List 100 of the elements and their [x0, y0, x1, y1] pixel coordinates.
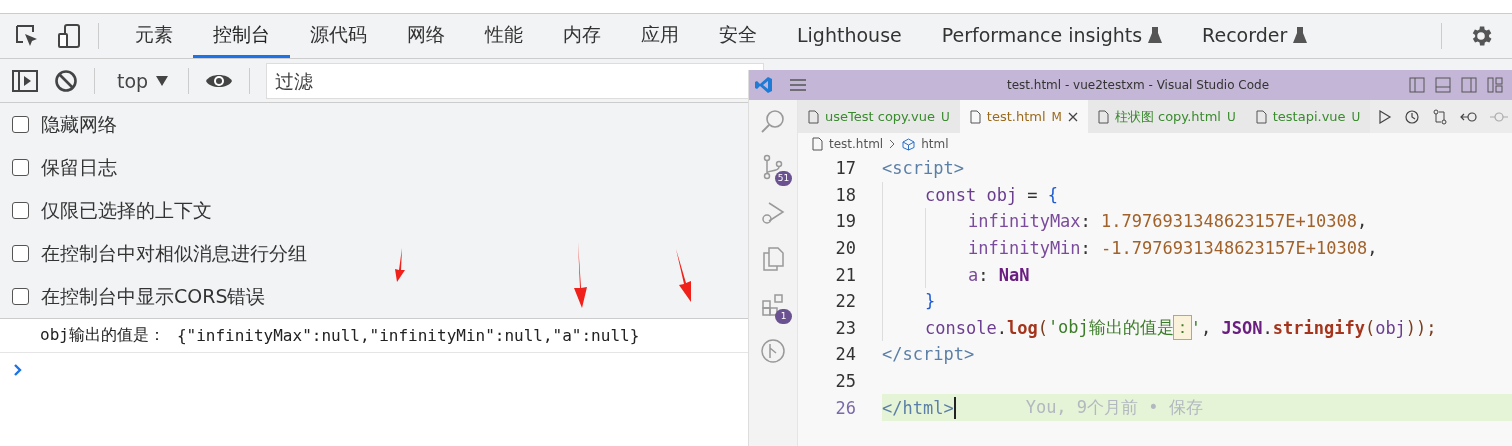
chevron-right-icon — [889, 139, 897, 149]
filter-field[interactable]: 过滤 — [266, 62, 765, 99]
code-token: )); — [1405, 317, 1437, 338]
vscode-logo-icon — [755, 76, 773, 94]
caret-icon — [156, 75, 169, 86]
code-token: stringify — [1272, 317, 1365, 338]
file-icon — [812, 137, 823, 151]
sidebar-toggle-icon[interactable] — [12, 68, 38, 93]
code-token: = — [1026, 184, 1039, 205]
code-token: obj — [1375, 317, 1406, 338]
text-cursor — [953, 396, 956, 419]
prompt-chevron-icon[interactable] — [13, 363, 23, 377]
branch-circle-icon[interactable] — [760, 338, 786, 364]
code-token: </html> — [882, 397, 954, 418]
line-number: 22 — [834, 291, 857, 312]
setting-label: 保留日志 — [41, 154, 117, 180]
editor-tab[interactable]: test.html M — [959, 100, 1088, 133]
layout-icon[interactable] — [1461, 77, 1477, 93]
code-token: : — [1080, 238, 1092, 259]
extensions-icon[interactable] — [760, 292, 786, 318]
line-number: 19 — [834, 211, 857, 232]
code-token: . — [1262, 317, 1273, 338]
code-token: log — [1006, 317, 1038, 338]
panel-tab[interactable]: Recorder — [1182, 14, 1328, 58]
code-token: infinityMin — [968, 238, 1081, 259]
panel-tab[interactable]: 应用 — [621, 14, 699, 58]
layout-icon[interactable] — [1409, 77, 1425, 93]
code-token: <script> — [882, 158, 964, 179]
editor-tab[interactable]: testapi.vue U — [1245, 100, 1371, 133]
count-badge: 1 — [775, 309, 792, 324]
line-number: 21 — [834, 264, 857, 285]
code-token: . — [996, 317, 1007, 338]
device-icon[interactable] — [56, 23, 82, 49]
window-title: test.html - vue2testxm - Visual Studio Code — [1005, 78, 1271, 92]
line-number: 17 — [834, 158, 857, 179]
editor-tab[interactable]: 柱状图 copy.html U — [1087, 100, 1246, 133]
panel-tab[interactable]: 安全 — [699, 14, 777, 58]
code-token: JSON — [1221, 317, 1263, 338]
log-value: {"infinityMax":null,"infinityMin":null,"a":null} — [176, 326, 640, 345]
code-token: a — [968, 264, 979, 285]
editor-tab[interactable]: useTest copy.vue U — [798, 100, 960, 133]
code-token: console — [925, 317, 997, 338]
breadcrumb-item[interactable]: html — [921, 137, 949, 151]
code-token: { — [1047, 184, 1059, 205]
file-icon — [969, 109, 981, 124]
panel-tab[interactable]: 元素 — [115, 14, 193, 58]
file-icon — [1255, 109, 1267, 124]
log-label: obj输出的值是： — [40, 325, 165, 346]
code-token: ( — [1364, 317, 1376, 338]
checkbox[interactable] — [12, 202, 29, 219]
line-number: 24 — [834, 344, 857, 365]
cube-icon — [902, 137, 916, 151]
line-number: 18 — [834, 184, 857, 205]
file-icon — [1097, 109, 1109, 124]
breadcrumb-item[interactable]: test.html — [829, 137, 884, 151]
checkbox[interactable] — [12, 116, 29, 133]
code-token: : — [978, 264, 990, 285]
code-token: , — [1356, 211, 1368, 232]
code-token: NaN — [998, 264, 1030, 285]
setting-label: 仅限已选择的上下文 — [41, 197, 212, 223]
file-icon — [808, 109, 819, 124]
layout-icon[interactable] — [1487, 77, 1503, 93]
code-token: , — [1201, 317, 1213, 338]
layout-icon[interactable] — [1435, 77, 1451, 93]
dot-circle-icon[interactable] — [1490, 109, 1509, 124]
code-token: -1.7976931348623157E+10308 — [1101, 238, 1368, 259]
compare-icon[interactable] — [1432, 108, 1449, 125]
close-icon[interactable] — [1067, 111, 1078, 122]
panel-tab[interactable]: Lighthouse — [777, 14, 922, 58]
line-number: 25 — [834, 371, 857, 392]
panel-tab[interactable]: 网络 — [387, 14, 465, 58]
code-token: 'obj输出的值是 — [1047, 316, 1174, 340]
context-dropdown[interactable]: top — [111, 65, 175, 96]
panel-tab[interactable]: Performance insights — [921, 14, 1183, 58]
run-debug-icon[interactable] — [760, 200, 786, 226]
code-token: const obj — [925, 184, 1018, 205]
panel-tab[interactable]: 性能 — [465, 14, 543, 58]
code-token: ( — [1037, 317, 1048, 338]
panel-tab[interactable]: 源代码 — [290, 14, 387, 58]
code-token: infinityMax — [968, 211, 1081, 232]
code-token: , — [1367, 238, 1378, 259]
history-icon[interactable] — [1404, 108, 1421, 125]
highlighted-character: ： — [1173, 316, 1191, 340]
search-icon[interactable] — [760, 108, 786, 134]
setting-label: 隐藏网络 — [41, 111, 117, 137]
back-arrow-icon[interactable] — [1460, 109, 1479, 124]
count-badge: 51 — [775, 171, 792, 186]
line-number: 23 — [834, 317, 857, 338]
checkbox[interactable] — [12, 245, 29, 262]
menu-icon[interactable] — [789, 78, 807, 92]
clear-icon[interactable] — [54, 68, 78, 93]
blame-annotation: You, 9个月前 • 保存 — [1025, 396, 1203, 420]
panel-tab[interactable]: 内存 — [543, 14, 621, 58]
code-token: : — [1080, 211, 1092, 232]
checkbox[interactable] — [12, 159, 29, 176]
setting-label: 在控制台中显示CORS错误 — [41, 283, 266, 309]
play-icon[interactable] — [1378, 109, 1393, 124]
code-token: } — [925, 291, 936, 312]
checkbox[interactable] — [12, 288, 29, 305]
code-token: 1.7976931348623157E+10308 — [1101, 211, 1357, 232]
